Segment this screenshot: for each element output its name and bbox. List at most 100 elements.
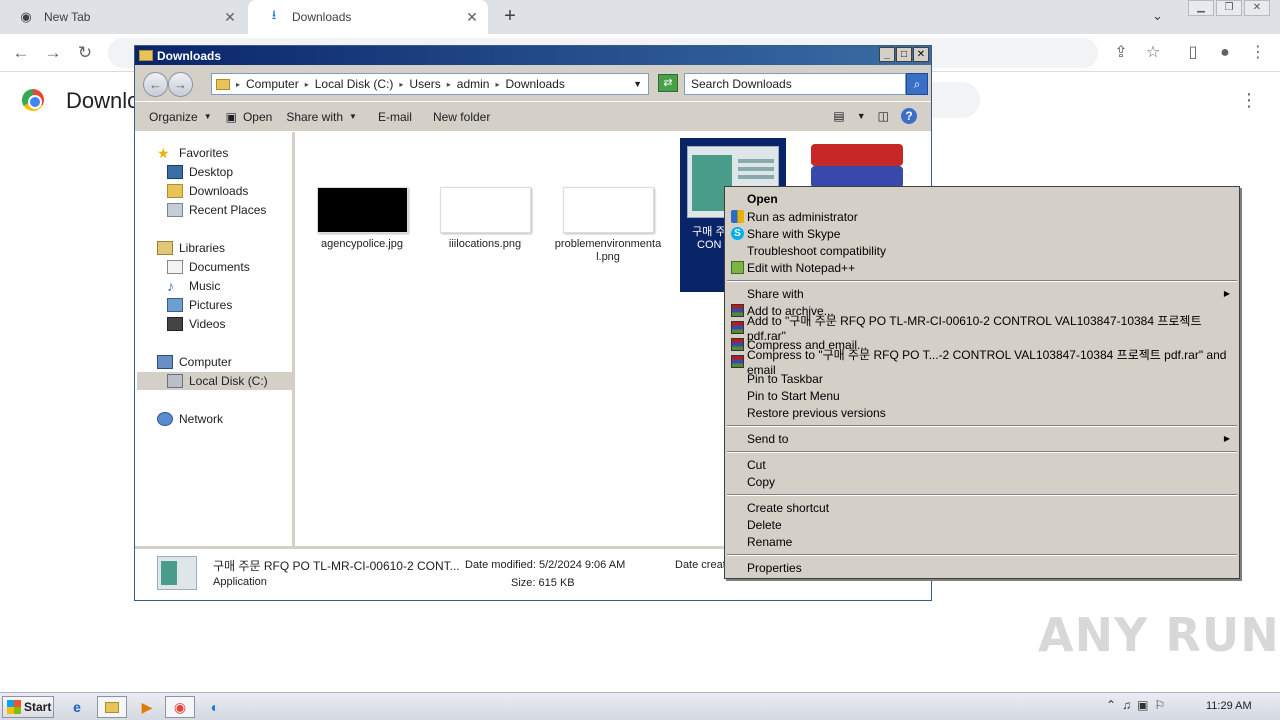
file-item[interactable]: problemenvironmental.png [553, 187, 663, 264]
menu-item-share-with[interactable]: Share with ▶ [726, 285, 1238, 302]
clock[interactable]: 11:29 AM [1206, 700, 1252, 712]
nav-local-disk[interactable]: Local Disk (C:) [137, 372, 293, 390]
share-icon[interactable]: ⇪ [1110, 42, 1132, 64]
search-input[interactable]: Search Downloads [684, 73, 906, 95]
breadcrumb-segment[interactable]: Downloads [505, 77, 564, 91]
chrome-taskbar-icon[interactable]: ◉ [165, 696, 195, 718]
breadcrumb-segment[interactable]: admin [457, 77, 490, 91]
breadcrumb-segment[interactable]: Local Disk (C:) [315, 77, 394, 91]
side-panel-icon[interactable]: ▯ [1182, 42, 1204, 64]
chevron-right-icon[interactable]: ▸ [447, 80, 451, 89]
nav-label: Music [189, 279, 221, 293]
tab-search-chevron-icon[interactable]: ⌄ [1152, 8, 1163, 24]
minimize-button[interactable]: ▁ [1188, 0, 1214, 16]
nav-desktop[interactable]: Desktop [167, 163, 233, 181]
tab-downloads[interactable]: ⭳ Downloads ✕ [248, 0, 488, 34]
nav-downloads[interactable]: Downloads [167, 182, 248, 200]
minimize-button[interactable]: _ [879, 47, 895, 62]
internet-explorer-icon[interactable]: e [62, 696, 92, 718]
volume-icon[interactable]: ♫ [1122, 698, 1131, 712]
back-icon[interactable]: ← [143, 72, 168, 97]
file-item[interactable]: agencypolice.jpg [307, 187, 417, 251]
menu-item-restore-versions[interactable]: Restore previous versions [726, 404, 1238, 421]
preview-pane-icon[interactable]: ◫ [878, 109, 889, 123]
breadcrumb-segment[interactable]: Users [409, 77, 440, 91]
chevron-right-icon[interactable]: ▸ [305, 80, 309, 89]
menu-item-compress-rar-email[interactable]: Compress to "구매 주문 RFQ PO T...-2 CONTROL… [726, 348, 1238, 377]
nav-libraries[interactable]: Libraries [157, 239, 225, 257]
explorer-taskbar-icon[interactable] [97, 696, 127, 718]
menu-item-pin-start[interactable]: Pin to Start Menu [726, 387, 1238, 404]
nav-documents[interactable]: Documents [167, 258, 250, 276]
file-item[interactable]: iiilocations.png [430, 187, 540, 251]
tab-close-icon[interactable]: ✕ [220, 9, 240, 26]
window-title: Downloads [157, 48, 222, 63]
bookmark-star-icon[interactable]: ☆ [1142, 42, 1164, 64]
menu-item-add-to-rar[interactable]: Add to "구매 주문 RFQ PO TL-MR-CI-00610-2 CO… [726, 314, 1238, 343]
menu-item-create-shortcut[interactable]: Create shortcut [726, 499, 1238, 516]
share-with-button[interactable]: Share with ▼ [279, 102, 364, 132]
change-view-icon[interactable]: ▤ [833, 109, 844, 123]
menu-item-edit-notepad[interactable]: Edit with Notepad++ [726, 259, 1238, 276]
tab-close-icon[interactable]: ✕ [462, 9, 482, 26]
menu-item-copy[interactable]: Copy [726, 473, 1238, 490]
menu-label: Delete [747, 517, 782, 532]
network-tray-icon[interactable]: ▣ [1137, 698, 1148, 712]
maximize-button[interactable]: □ [896, 47, 912, 62]
nav-videos[interactable]: Videos [167, 315, 225, 333]
action-center-flag-icon[interactable]: ⚐ [1154, 698, 1165, 712]
forward-icon[interactable]: → [168, 72, 193, 97]
breadcrumb-segment[interactable]: Computer [246, 77, 299, 91]
forward-arrow-icon[interactable]: → [42, 42, 64, 64]
page-menu-kebab-icon[interactable]: ⋮ [1240, 90, 1258, 111]
restore-button[interactable]: ❐ [1216, 0, 1242, 16]
menu-item-cut[interactable]: Cut [726, 456, 1238, 473]
new-folder-button[interactable]: New folder [419, 102, 497, 132]
menu-item-properties[interactable]: Properties [726, 559, 1238, 576]
menu-kebab-icon[interactable]: ⋮ [1247, 42, 1269, 64]
chevron-right-icon[interactable]: ▸ [399, 80, 403, 89]
menu-item-send-to[interactable]: Send to ▶ [726, 430, 1238, 447]
chevron-down-icon[interactable]: ▼ [633, 79, 642, 89]
help-icon[interactable]: ? [901, 108, 917, 124]
nav-music[interactable]: ♪ Music [167, 277, 220, 295]
menu-item-pin-taskbar[interactable]: Pin to Taskbar [726, 370, 1238, 387]
menu-item-delete[interactable]: Delete [726, 516, 1238, 533]
windows-logo-icon [7, 700, 21, 714]
media-player-icon[interactable]: ▶ [132, 696, 162, 718]
search-icon[interactable]: ⌕ [906, 73, 928, 95]
details-file-type: Application [213, 576, 267, 588]
nav-pictures[interactable]: Pictures [167, 296, 232, 314]
menu-item-run-as-admin[interactable]: Run as administrator [726, 208, 1238, 225]
details-size: Size: 615 KB [511, 577, 575, 589]
menu-item-open[interactable]: Open [726, 190, 1238, 207]
chevron-right-icon[interactable]: ▸ [495, 80, 499, 89]
organize-button[interactable]: Organize ▼ [135, 102, 219, 132]
nav-label: Desktop [189, 165, 234, 179]
edge-icon[interactable]: ◐ [200, 696, 230, 718]
close-window-button[interactable]: ✕ [1244, 0, 1270, 16]
nav-network[interactable]: Network [157, 410, 223, 428]
refresh-icon[interactable]: ⇄ [658, 74, 678, 92]
new-tab-button[interactable]: + [498, 4, 522, 28]
chrome-tab-strip: ◉ New Tab ✕ ⭳ Downloads ✕ + ⌄ ▁ ❐ ✕ [0, 0, 1280, 34]
close-button[interactable]: ✕ [913, 47, 929, 62]
open-button[interactable]: ▣ Open [219, 102, 280, 132]
menu-item-rename[interactable]: Rename [726, 533, 1238, 550]
profile-avatar-icon[interactable]: ● [1214, 42, 1236, 64]
chevron-right-icon[interactable]: ▸ [236, 80, 240, 89]
tray-expand-icon[interactable]: ⌃ [1106, 698, 1116, 712]
reload-icon[interactable]: ↻ [74, 42, 96, 64]
menu-item-troubleshoot[interactable]: Troubleshoot compatibility [726, 242, 1238, 259]
back-arrow-icon[interactable]: ← [10, 42, 32, 64]
nav-favorites[interactable]: ★ Favorites [157, 144, 228, 162]
start-button[interactable]: Start [2, 696, 54, 718]
downloads-search-field[interactable] [930, 82, 980, 118]
nav-recent-places[interactable]: Recent Places [167, 201, 266, 219]
tab-new-tab[interactable]: ◉ New Tab ✕ [0, 0, 246, 34]
nav-computer[interactable]: Computer [157, 353, 232, 371]
breadcrumb[interactable]: ▸ Computer ▸ Local Disk (C:) ▸ Users ▸ a… [211, 73, 649, 95]
chevron-down-icon[interactable]: ▼ [857, 111, 866, 121]
menu-item-share-skype[interactable]: S Share with Skype [726, 225, 1238, 242]
email-button[interactable]: E-mail [364, 102, 419, 132]
